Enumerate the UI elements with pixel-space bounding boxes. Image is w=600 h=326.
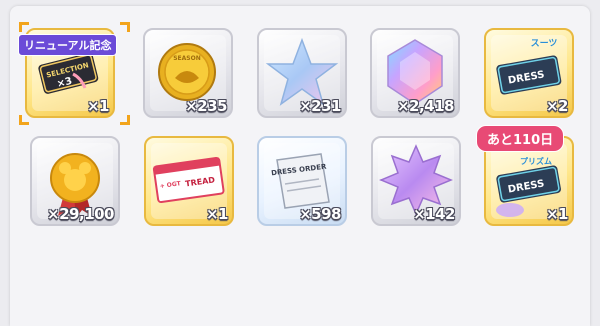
item-card-purple-star[interactable]: ×142 (371, 136, 461, 226)
item-count: ×2,418 (396, 97, 455, 115)
item-count: ×235 (185, 97, 227, 115)
selection-corner (19, 115, 29, 125)
svg-text:SEASON: SEASON (173, 55, 201, 62)
item-card-silver-star[interactable]: ×231 (257, 28, 347, 118)
renewal-badge: リニューアル記念 (18, 34, 118, 56)
item-count: ×142 (413, 205, 455, 223)
item-count: ×2 (545, 97, 569, 115)
svg-text:スーツ: スーツ (531, 38, 558, 49)
item-card-season-coin[interactable]: SEASON ×235 (143, 28, 233, 118)
svg-text:プリズム: プリズム (520, 156, 552, 166)
remaining-days-badge: あと110日 (476, 125, 565, 152)
item-count: ×1 (205, 205, 229, 223)
selection-corner (19, 22, 29, 32)
item-card-dress-order[interactable]: DRESS ORDER ×598 (257, 136, 347, 226)
item-count: ×598 (299, 205, 341, 223)
item-card-rainbow-gem[interactable]: ×2,418 (370, 28, 460, 118)
item-card-dress-ticket-suit[interactable]: スーツ DRESS ×2 (484, 28, 574, 118)
item-count: ×231 (299, 97, 341, 115)
item-card-gold-medal[interactable]: ×29,100 (30, 136, 120, 226)
selection-corner (120, 22, 130, 32)
item-card-tread-ticket[interactable]: + OGT TREAD ×1 (144, 136, 234, 226)
item-count: ×1 (545, 205, 569, 223)
item-count: ×29,100 (47, 205, 114, 223)
selection-corner (120, 115, 130, 125)
item-count: ×1 (86, 97, 110, 115)
